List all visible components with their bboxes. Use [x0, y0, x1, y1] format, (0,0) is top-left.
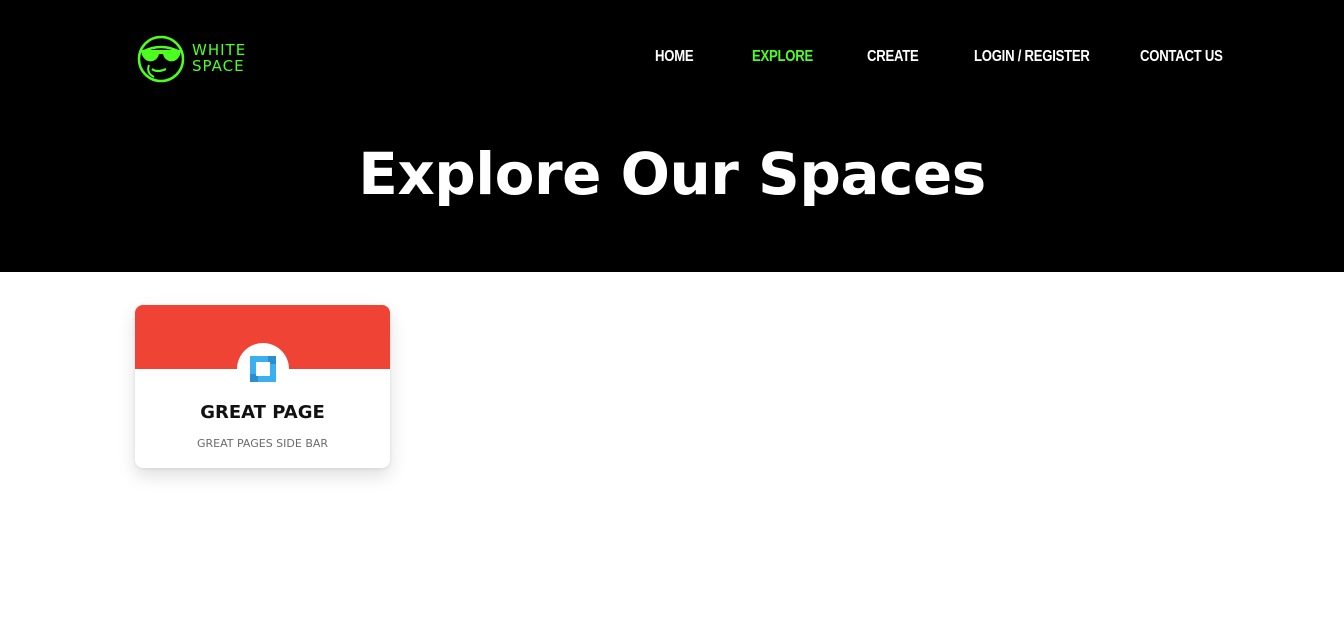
- space-card[interactable]: GREAT PAGE GREAT PAGES SIDE BAR: [135, 305, 390, 468]
- nav-explore[interactable]: EXPLORE: [752, 48, 813, 66]
- nav-login-register[interactable]: LOGIN / REGISTER: [974, 48, 1090, 66]
- space-card-subtitle: GREAT PAGES SIDE BAR: [196, 437, 329, 450]
- space-card-title: GREAT PAGE: [200, 402, 325, 423]
- brand-name: WHITE SPACE: [192, 42, 246, 74]
- brand-logo[interactable]: WHITE SPACE: [136, 33, 246, 83]
- nav-contact-us[interactable]: CONTACT US: [1140, 48, 1223, 66]
- space-card-avatar: [237, 343, 289, 395]
- square-bracket-logo-icon: [250, 356, 276, 382]
- brand-name-line1: WHITE: [192, 41, 247, 59]
- nav-create[interactable]: CREATE: [867, 48, 919, 66]
- brand-name-line2: SPACE: [192, 57, 245, 75]
- page-title: Explore Our Spaces: [358, 140, 986, 208]
- hero-header: WHITE SPACE HOME EXPLORE CREATE LOGIN / …: [0, 0, 1344, 272]
- sunglasses-monkey-icon: [137, 35, 185, 83]
- nav-home[interactable]: HOME: [655, 48, 694, 66]
